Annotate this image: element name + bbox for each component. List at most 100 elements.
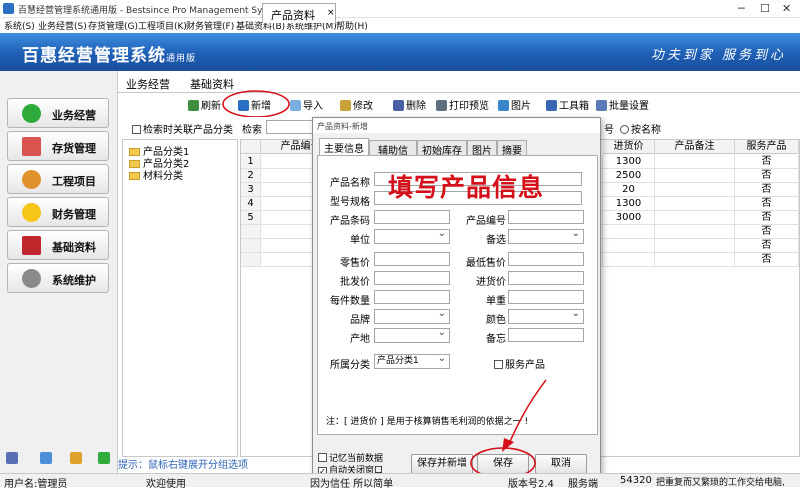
cell-remark[interactable] — [655, 253, 735, 267]
cell-remark[interactable] — [655, 183, 735, 197]
category-tree: 产品分类1 产品分类2 材料分类 — [122, 139, 238, 457]
category-select[interactable]: 产品分类1 — [374, 352, 450, 369]
grid-header-remark[interactable]: 产品备注 — [655, 140, 735, 154]
cell-remark[interactable] — [655, 197, 735, 211]
import-button[interactable]: 导入 — [290, 97, 323, 112]
origin-select[interactable] — [374, 326, 450, 343]
cell-price[interactable]: 3000 — [603, 211, 655, 225]
bottom-icon-1[interactable] — [6, 452, 18, 464]
printer-icon — [436, 100, 447, 111]
delete-button[interactable]: 删除 — [393, 97, 426, 112]
nav-business-button[interactable]: 业务经营 — [7, 98, 109, 128]
bottom-icon-4[interactable] — [98, 452, 110, 464]
label-perpack: 每件数量 — [330, 296, 370, 307]
dialog-tab-picture[interactable]: 图片 — [467, 140, 497, 157]
perpack-input[interactable] — [374, 290, 450, 304]
row-index[interactable]: 3 — [241, 183, 261, 197]
tab-close-icon[interactable]: × — [327, 8, 335, 18]
grid-header-service[interactable]: 服务产品 — [735, 140, 799, 154]
dialog-tab-stock[interactable]: 初始库存 — [417, 140, 467, 157]
nav-project-button[interactable]: 工程项目 — [7, 164, 109, 194]
cell-price[interactable] — [603, 253, 655, 267]
print-preview-button[interactable]: 打印预览 — [436, 97, 489, 112]
status-user: 用户名:管理员 — [4, 479, 68, 490]
row-index[interactable] — [241, 253, 261, 267]
row-index[interactable]: 5 — [241, 211, 261, 225]
nav-inventory-button[interactable]: 存货管理 — [7, 131, 109, 161]
edit-button[interactable]: 修改 — [340, 97, 373, 112]
brand-select[interactable] — [374, 307, 450, 324]
cell-service[interactable]: 否 — [735, 253, 799, 267]
cell-remark[interactable] — [655, 155, 735, 169]
dialog-tab-summary[interactable]: 摘要 — [497, 140, 527, 157]
menu-help[interactable]: 帮助(H) — [336, 19, 368, 32]
close-icon[interactable]: ✕ — [782, 2, 791, 15]
picture-button[interactable]: 图片 — [498, 97, 531, 112]
related-category-checkbox[interactable]: 检索时关联产品分类 — [132, 121, 233, 136]
cell-service[interactable]: 否 — [735, 197, 799, 211]
nav-finance-button[interactable]: 财务管理 — [7, 197, 109, 227]
batch-set-button[interactable]: 批量设置 — [596, 97, 649, 112]
minimize-icon[interactable]: ─ — [738, 2, 745, 15]
dialog-tab-main[interactable]: 主要信息 — [319, 138, 369, 156]
retail-input[interactable] — [374, 252, 450, 266]
cell-service[interactable]: 否 — [735, 239, 799, 253]
by-name-radio[interactable]: 按名称 — [620, 121, 661, 136]
cost-input[interactable] — [508, 271, 584, 285]
wholesale-input[interactable] — [374, 271, 450, 285]
service-product-checkbox[interactable]: 服务产品 — [494, 356, 545, 371]
barcode-input[interactable] — [374, 210, 450, 224]
menu-inventory[interactable]: 存货管理(G) — [88, 19, 138, 32]
cell-service[interactable]: 否 — [735, 225, 799, 239]
cell-service[interactable]: 否 — [735, 183, 799, 197]
color-select[interactable] — [508, 307, 584, 324]
row-index[interactable] — [241, 225, 261, 239]
menu-project[interactable]: 工程项目(K) — [138, 19, 187, 32]
menu-business[interactable]: 业务经营(S) — [38, 19, 87, 32]
toolbox-icon — [546, 100, 557, 111]
menu-system[interactable]: 系统(S) — [4, 19, 35, 32]
minprice-input[interactable] — [508, 252, 584, 266]
cell-remark[interactable] — [655, 169, 735, 183]
tree-node-material[interactable]: 材料分类 — [129, 167, 183, 182]
bottom-icon-3[interactable] — [70, 452, 82, 464]
tab-product[interactable]: 产品资料 × — [262, 3, 336, 23]
cell-price[interactable]: 20 — [603, 183, 655, 197]
maximize-icon[interactable]: ☐ — [760, 2, 770, 15]
cell-remark[interactable] — [655, 225, 735, 239]
cell-price[interactable] — [603, 225, 655, 239]
spare-select[interactable] — [508, 227, 584, 244]
toolbox-button[interactable]: 工具箱 — [546, 97, 589, 112]
unit-select[interactable] — [374, 227, 450, 244]
row-index[interactable]: 4 — [241, 197, 261, 211]
refresh-icon — [188, 100, 199, 111]
cell-service[interactable]: 否 — [735, 211, 799, 225]
cell-price[interactable]: 1300 — [603, 155, 655, 169]
code-input[interactable] — [508, 210, 584, 224]
dialog-tab-aux[interactable]: 辅助信息 — [369, 140, 417, 172]
row-index[interactable]: 1 — [241, 155, 261, 169]
tab-business[interactable]: 业务经营 — [126, 76, 170, 92]
grid-header-price[interactable]: 进货价 — [603, 140, 655, 154]
menu-finance[interactable]: 财务管理(F) — [186, 19, 234, 32]
memo-input[interactable] — [508, 328, 584, 342]
status-bar: 用户名:管理员 欢迎使用 因为信任 所以简单 版本号2.4 服务端 54320 … — [0, 473, 800, 490]
row-index[interactable]: 2 — [241, 169, 261, 183]
nav-maintenance-button[interactable]: 系统维护 — [7, 263, 109, 293]
cell-service[interactable]: 否 — [735, 169, 799, 183]
weight-input[interactable] — [508, 290, 584, 304]
label-code: 产品编号 — [466, 216, 506, 227]
nav-label: 工程项目 — [52, 175, 96, 188]
cell-service[interactable]: 否 — [735, 155, 799, 169]
refresh-button[interactable]: 刷新 — [188, 97, 221, 112]
bottom-icon-2[interactable] — [40, 452, 52, 464]
cell-price[interactable]: 2500 — [603, 169, 655, 183]
cell-remark[interactable] — [655, 239, 735, 253]
nav-basic-button[interactable]: 基础资料 — [7, 230, 109, 260]
search-input[interactable] — [266, 120, 314, 134]
row-index[interactable] — [241, 239, 261, 253]
cell-remark[interactable] — [655, 211, 735, 225]
save-and-new-button[interactable]: 保存并新增 — [411, 454, 473, 474]
cell-price[interactable]: 1300 — [603, 197, 655, 211]
cell-price[interactable] — [603, 239, 655, 253]
